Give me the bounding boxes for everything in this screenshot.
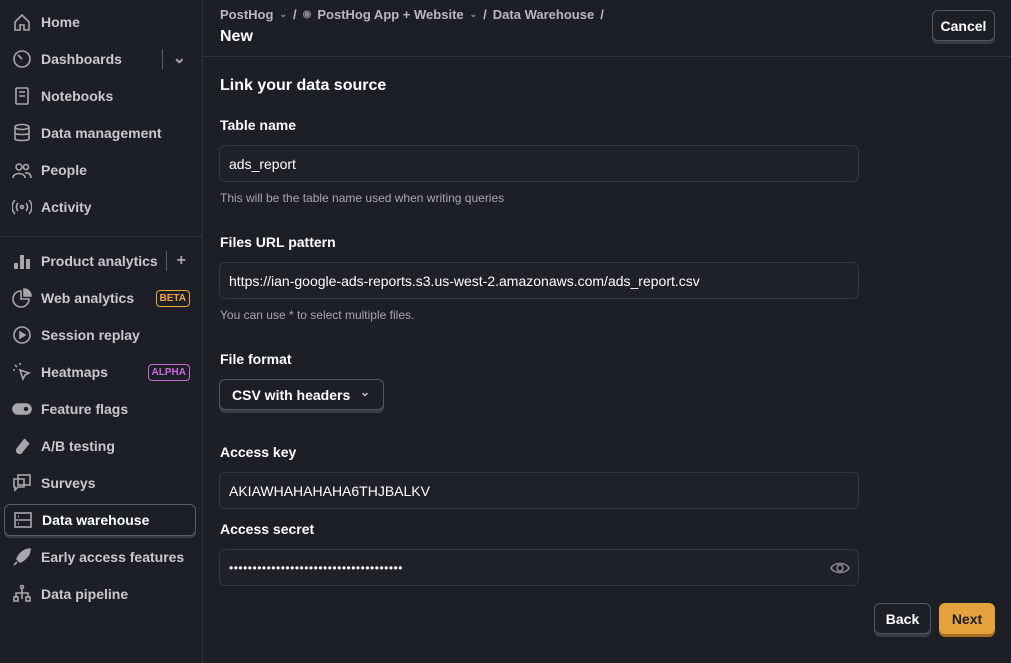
sidebar-item-label: Feature flags (41, 401, 129, 417)
sidebar-item-label: Product analytics (41, 253, 158, 269)
sidebar-item-data-warehouse[interactable]: Data warehouse (4, 504, 196, 536)
toggle-icon (11, 398, 33, 420)
rocket-icon (11, 546, 33, 568)
sidebar-item-label: A/B testing (41, 438, 115, 454)
access-key-input[interactable]: AKIAWHAHAHAHA6THJBALKV (219, 472, 859, 509)
sidebar-item-label: Session replay (41, 327, 140, 343)
files-url-input[interactable]: https://ian-google-ads-reports.s3.us-wes… (219, 262, 859, 299)
access-key-label: Access key (220, 444, 297, 460)
plus-icon[interactable]: + (165, 251, 186, 271)
sidebar-item-label: Notebooks (41, 88, 114, 104)
chevron-down-icon[interactable]: ⌄ (470, 9, 478, 20)
chevron-down-icon[interactable]: ⌄ (161, 49, 186, 69)
chat-icon (11, 472, 33, 494)
hedgehog-icon: ◉ (302, 9, 312, 20)
breadcrumb-separator: / (293, 7, 297, 22)
sidebar-divider (0, 236, 203, 237)
home-icon (11, 11, 33, 33)
pipeline-icon (11, 583, 33, 605)
alpha-badge: ALPHA (147, 363, 190, 381)
sidebar-item-early-access-features[interactable]: Early access features (4, 541, 196, 573)
breadcrumb-project[interactable]: PostHog App + Website (317, 7, 463, 22)
sidebar-item-label: Heatmaps (41, 364, 108, 380)
sidebar-item-product-analytics[interactable]: Product analytics + (4, 245, 196, 277)
chevron-down-icon[interactable]: ⌄ (279, 9, 287, 20)
back-button[interactable]: Back (874, 603, 931, 634)
sidebar-item-label: Surveys (41, 475, 96, 491)
breadcrumb: PostHog ⌄ / ◉ PostHog App + Website ⌄ / Da… (220, 7, 604, 22)
sidebar-item-label: Data warehouse (42, 512, 150, 528)
page-header: PostHog ⌄ / ◉ PostHog App + Website ⌄ / Da… (203, 0, 1011, 57)
sidebar-item-activity[interactable]: Activity (4, 191, 196, 223)
sidebar-item-session-replay[interactable]: Session replay (4, 319, 196, 351)
file-format-label: File format (220, 351, 292, 367)
sidebar-item-label: People (41, 162, 87, 178)
sidebar-item-label: Web analytics (41, 290, 135, 306)
sidebar-item-notebooks[interactable]: Notebooks (4, 80, 196, 112)
flask-icon (11, 435, 33, 457)
breadcrumb-section[interactable]: Data Warehouse (493, 7, 594, 22)
beta-badge: BETA (155, 289, 190, 307)
access-secret-label: Access secret (220, 521, 315, 537)
sidebar-item-a-b-testing[interactable]: A/B testing (4, 430, 196, 462)
notebook-icon (11, 85, 33, 107)
table-name-input[interactable]: ads_report (219, 145, 859, 182)
sidebar-item-label: Dashboards (41, 51, 122, 67)
chevron-down-icon: ⌄ (359, 385, 370, 399)
sidebar-item-data-management[interactable]: Data management (4, 117, 196, 149)
cursor-click-icon (11, 361, 33, 383)
page-title: New (220, 28, 253, 45)
sidebar-item-web-analytics[interactable]: Web analytics BETA (4, 282, 196, 314)
breadcrumb-org[interactable]: PostHog (220, 7, 273, 22)
file-format-select[interactable]: CSV with headers ⌄ (219, 379, 384, 410)
table-name-label: Table name (220, 117, 296, 133)
form-heading: Link your data source (220, 77, 387, 94)
eye-icon[interactable] (830, 559, 850, 580)
file-format-value: CSV with headers (232, 386, 351, 403)
database-icon (11, 122, 33, 144)
table-name-hint: This will be the table name used when wr… (220, 191, 505, 205)
cancel-button[interactable]: Cancel (932, 10, 995, 41)
access-secret-input[interactable]: ••••••••••••••••••••••••••••••••••••• (219, 549, 859, 586)
next-button[interactable]: Next (939, 603, 995, 634)
replay-icon (11, 324, 33, 346)
sidebar-item-label: Data pipeline (41, 586, 129, 602)
files-url-label: Files URL pattern (220, 234, 336, 250)
sidebar-item-surveys[interactable]: Surveys (4, 467, 196, 499)
breadcrumb-separator: / (483, 7, 487, 22)
sidebar-item-label: Home (41, 14, 80, 30)
pie-chart-icon (11, 287, 33, 309)
sidebar-item-data-pipeline[interactable]: Data pipeline (4, 578, 196, 610)
sidebar-item-heatmaps[interactable]: Heatmaps ALPHA (4, 356, 196, 388)
dashboard-icon (11, 48, 33, 70)
activity-icon (11, 196, 33, 218)
sidebar-item-label: Activity (41, 199, 92, 215)
sidebar-item-people[interactable]: People (4, 154, 196, 186)
bar-chart-icon (11, 250, 33, 272)
breadcrumb-separator: / (600, 7, 604, 22)
files-url-hint: You can use * to select multiple files. (220, 308, 415, 322)
sidebar: Home Dashboards ⌄ Notebooks Data management P… (0, 0, 203, 663)
sidebar-item-dashboards[interactable]: Dashboards ⌄ (4, 43, 196, 75)
access-secret-value: ••••••••••••••••••••••••••••••••••••• (229, 560, 403, 575)
sidebar-item-feature-flags[interactable]: Feature flags (4, 393, 196, 425)
sidebar-item-label: Data management (41, 125, 162, 141)
sidebar-item-label: Early access features (41, 549, 185, 565)
people-icon (11, 159, 33, 181)
server-icon (12, 509, 34, 531)
sidebar-item-home[interactable]: Home (4, 6, 196, 38)
